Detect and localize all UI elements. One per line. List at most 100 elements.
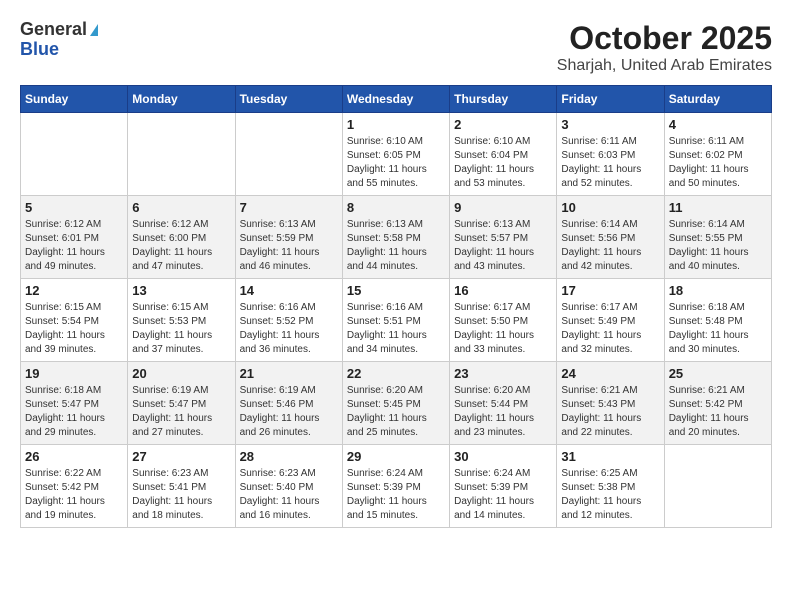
day-number: 31 xyxy=(561,449,659,464)
weekday-header-row: SundayMondayTuesdayWednesdayThursdayFrid… xyxy=(21,86,772,113)
day-number: 29 xyxy=(347,449,445,464)
day-number: 4 xyxy=(669,117,767,132)
day-info: Sunrise: 6:13 AM Sunset: 5:58 PM Dayligh… xyxy=(347,218,445,274)
day-number: 17 xyxy=(561,283,659,298)
calendar-cell: 27 Sunrise: 6:23 AM Sunset: 5:41 PM Dayli… xyxy=(128,445,235,528)
day-number: 10 xyxy=(561,200,659,215)
calendar-cell: 31 Sunrise: 6:25 AM Sunset: 5:38 PM Dayli… xyxy=(557,445,664,528)
day-info: Sunrise: 6:25 AM Sunset: 5:38 PM Dayligh… xyxy=(561,467,659,523)
calendar-cell: 8Sunrise: 6:13 AM Sunset: 5:58 PM Daylig… xyxy=(342,196,449,279)
day-number: 5 xyxy=(25,200,123,215)
calendar-cell: 25 Sunrise: 6:21 AM Sunset: 5:42 PM Dayli… xyxy=(664,362,771,445)
calendar-cell: 3 Sunrise: 6:11 AM Sunset: 6:03 PM Daylig… xyxy=(557,113,664,196)
calendar-cell: 23 Sunrise: 6:20 AM Sunset: 5:44 PM Dayli… xyxy=(450,362,557,445)
title-area: October 2025 Sharjah, United Arab Emirat… xyxy=(557,20,772,75)
calendar-week-1: 1 Sunrise: 6:10 AM Sunset: 6:05 PM Daylig… xyxy=(21,113,772,196)
day-number: 22 xyxy=(347,366,445,381)
calendar-week-3: 12 Sunrise: 6:15 AM Sunset: 5:54 PM Dayli… xyxy=(21,279,772,362)
day-info: Sunrise: 6:24 AM Sunset: 5:39 PM Dayligh… xyxy=(454,467,552,523)
day-number: 26 xyxy=(25,449,123,464)
calendar-cell xyxy=(664,445,771,528)
calendar-week-2: 5Sunrise: 6:12 AM Sunset: 6:01 PM Daylig… xyxy=(21,196,772,279)
day-number: 18 xyxy=(669,283,767,298)
weekday-header-tuesday: Tuesday xyxy=(235,86,342,113)
day-info: Sunrise: 6:21 AM Sunset: 5:43 PM Dayligh… xyxy=(561,384,659,440)
day-info: Sunrise: 6:10 AM Sunset: 6:05 PM Dayligh… xyxy=(347,135,445,191)
calendar-cell: 19Sunrise: 6:18 AM Sunset: 5:47 PM Dayli… xyxy=(21,362,128,445)
day-number: 6 xyxy=(132,200,230,215)
calendar-cell: 2Sunrise: 6:10 AM Sunset: 6:04 PM Daylig… xyxy=(450,113,557,196)
calendar-title: October 2025 xyxy=(557,20,772,57)
day-number: 2 xyxy=(454,117,552,132)
day-info: Sunrise: 6:14 AM Sunset: 5:56 PM Dayligh… xyxy=(561,218,659,274)
day-info: Sunrise: 6:20 AM Sunset: 5:44 PM Dayligh… xyxy=(454,384,552,440)
calendar-week-4: 19Sunrise: 6:18 AM Sunset: 5:47 PM Dayli… xyxy=(21,362,772,445)
day-info: Sunrise: 6:21 AM Sunset: 5:42 PM Dayligh… xyxy=(669,384,767,440)
day-info: Sunrise: 6:12 AM Sunset: 6:00 PM Dayligh… xyxy=(132,218,230,274)
day-number: 23 xyxy=(454,366,552,381)
calendar-cell: 12 Sunrise: 6:15 AM Sunset: 5:54 PM Dayli… xyxy=(21,279,128,362)
logo-icon xyxy=(90,24,98,36)
calendar-table: SundayMondayTuesdayWednesdayThursdayFrid… xyxy=(20,85,772,528)
calendar-cell xyxy=(21,113,128,196)
day-info: Sunrise: 6:23 AM Sunset: 5:41 PM Dayligh… xyxy=(132,467,230,523)
day-number: 30 xyxy=(454,449,552,464)
logo-blue: Blue xyxy=(20,40,59,60)
calendar-cell: 15Sunrise: 6:16 AM Sunset: 5:51 PM Dayli… xyxy=(342,279,449,362)
day-number: 9 xyxy=(454,200,552,215)
day-info: Sunrise: 6:11 AM Sunset: 6:02 PM Dayligh… xyxy=(669,135,767,191)
day-number: 7 xyxy=(240,200,338,215)
calendar-body: 1 Sunrise: 6:10 AM Sunset: 6:05 PM Daylig… xyxy=(21,113,772,528)
calendar-cell xyxy=(128,113,235,196)
weekday-header-monday: Monday xyxy=(128,86,235,113)
logo-general: General xyxy=(20,20,87,40)
calendar-cell: 13Sunrise: 6:15 AM Sunset: 5:53 PM Dayli… xyxy=(128,279,235,362)
calendar-cell: 9 Sunrise: 6:13 AM Sunset: 5:57 PM Daylig… xyxy=(450,196,557,279)
calendar-cell: 4 Sunrise: 6:11 AM Sunset: 6:02 PM Daylig… xyxy=(664,113,771,196)
day-number: 3 xyxy=(561,117,659,132)
calendar-cell: 22Sunrise: 6:20 AM Sunset: 5:45 PM Dayli… xyxy=(342,362,449,445)
day-number: 15 xyxy=(347,283,445,298)
calendar-subtitle: Sharjah, United Arab Emirates xyxy=(557,57,772,75)
day-number: 24 xyxy=(561,366,659,381)
day-info: Sunrise: 6:16 AM Sunset: 5:52 PM Dayligh… xyxy=(240,301,338,357)
day-number: 12 xyxy=(25,283,123,298)
day-number: 14 xyxy=(240,283,338,298)
day-number: 20 xyxy=(132,366,230,381)
day-number: 27 xyxy=(132,449,230,464)
calendar-cell: 11 Sunrise: 6:14 AM Sunset: 5:55 PM Dayli… xyxy=(664,196,771,279)
weekday-header-wednesday: Wednesday xyxy=(342,86,449,113)
weekday-header-sunday: Sunday xyxy=(21,86,128,113)
day-info: Sunrise: 6:11 AM Sunset: 6:03 PM Dayligh… xyxy=(561,135,659,191)
day-info: Sunrise: 6:17 AM Sunset: 5:49 PM Dayligh… xyxy=(561,301,659,357)
calendar-cell: 14 Sunrise: 6:16 AM Sunset: 5:52 PM Dayli… xyxy=(235,279,342,362)
day-info: Sunrise: 6:24 AM Sunset: 5:39 PM Dayligh… xyxy=(347,467,445,523)
calendar-cell: 7 Sunrise: 6:13 AM Sunset: 5:59 PM Daylig… xyxy=(235,196,342,279)
calendar-week-5: 26Sunrise: 6:22 AM Sunset: 5:42 PM Dayli… xyxy=(21,445,772,528)
calendar-cell: 30 Sunrise: 6:24 AM Sunset: 5:39 PM Dayli… xyxy=(450,445,557,528)
day-number: 21 xyxy=(240,366,338,381)
calendar-cell: 16Sunrise: 6:17 AM Sunset: 5:50 PM Dayli… xyxy=(450,279,557,362)
calendar-cell: 10 Sunrise: 6:14 AM Sunset: 5:56 PM Dayli… xyxy=(557,196,664,279)
calendar-cell: 24 Sunrise: 6:21 AM Sunset: 5:43 PM Dayli… xyxy=(557,362,664,445)
day-info: Sunrise: 6:18 AM Sunset: 5:48 PM Dayligh… xyxy=(669,301,767,357)
weekday-header-saturday: Saturday xyxy=(664,86,771,113)
day-info: Sunrise: 6:15 AM Sunset: 5:53 PM Dayligh… xyxy=(132,301,230,357)
logo: General Blue xyxy=(20,20,98,60)
day-number: 1 xyxy=(347,117,445,132)
day-info: Sunrise: 6:19 AM Sunset: 5:46 PM Dayligh… xyxy=(240,384,338,440)
day-info: Sunrise: 6:13 AM Sunset: 5:59 PM Dayligh… xyxy=(240,218,338,274)
calendar-cell: 29 Sunrise: 6:24 AM Sunset: 5:39 PM Dayli… xyxy=(342,445,449,528)
calendar-cell: 26Sunrise: 6:22 AM Sunset: 5:42 PM Dayli… xyxy=(21,445,128,528)
weekday-header-thursday: Thursday xyxy=(450,86,557,113)
day-info: Sunrise: 6:13 AM Sunset: 5:57 PM Dayligh… xyxy=(454,218,552,274)
day-info: Sunrise: 6:18 AM Sunset: 5:47 PM Dayligh… xyxy=(25,384,123,440)
calendar-cell: 6 Sunrise: 6:12 AM Sunset: 6:00 PM Daylig… xyxy=(128,196,235,279)
day-info: Sunrise: 6:15 AM Sunset: 5:54 PM Dayligh… xyxy=(25,301,123,357)
day-info: Sunrise: 6:14 AM Sunset: 5:55 PM Dayligh… xyxy=(669,218,767,274)
calendar-cell: 18 Sunrise: 6:18 AM Sunset: 5:48 PM Dayli… xyxy=(664,279,771,362)
calendar-cell: 1 Sunrise: 6:10 AM Sunset: 6:05 PM Daylig… xyxy=(342,113,449,196)
day-number: 11 xyxy=(669,200,767,215)
page-header: General Blue October 2025 Sharjah, Unite… xyxy=(20,20,772,75)
day-number: 25 xyxy=(669,366,767,381)
